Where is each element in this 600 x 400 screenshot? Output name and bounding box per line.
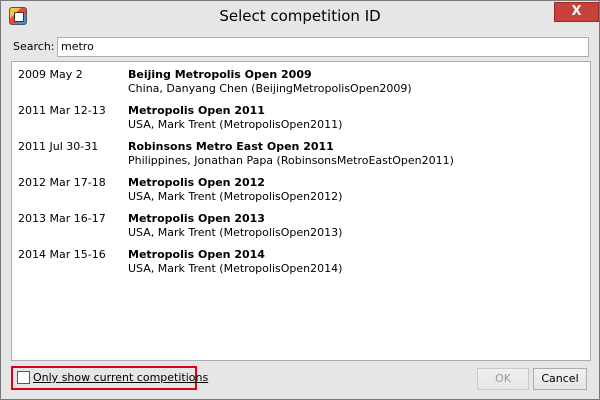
competition-date: 2012 Mar 17-18 xyxy=(18,176,106,189)
search-label: Search: xyxy=(13,40,55,53)
competition-detail: China, Danyang Chen (BeijingMetropolisOp… xyxy=(128,82,412,95)
dialog-window: Select competition ID X Search: metro 20… xyxy=(0,0,600,400)
ok-button[interactable]: OK xyxy=(477,368,529,390)
checkbox-label[interactable]: Only show current competitions xyxy=(33,371,208,384)
competition-detail: USA, Mark Trent (MetropolisOpen2012) xyxy=(128,190,343,203)
close-icon: X xyxy=(571,4,582,19)
competition-detail: Philippines, Jonathan Papa (RobinsonsMet… xyxy=(128,154,454,167)
competition-name: Metropolis Open 2011 xyxy=(128,104,265,117)
list-item[interactable]: 2011 Jul 30-31 Robinsons Metro East Open… xyxy=(12,134,590,170)
dialog-footer: Only show current competitions OK Cancel xyxy=(9,365,593,391)
competition-name: Metropolis Open 2014 xyxy=(128,248,265,261)
dialog-title: Select competition ID xyxy=(219,7,381,25)
competition-detail: USA, Mark Trent (MetropolisOpen2011) xyxy=(128,118,343,131)
search-row: Search: metro xyxy=(9,37,591,57)
competition-date: 2011 Mar 12-13 xyxy=(18,104,106,117)
list-item[interactable]: 2012 Mar 17-18 Metropolis Open 2012 USA,… xyxy=(12,170,590,206)
competition-detail: USA, Mark Trent (MetropolisOpen2014) xyxy=(128,262,343,275)
competition-name: Metropolis Open 2013 xyxy=(128,212,265,225)
competition-date: 2013 Mar 16-17 xyxy=(18,212,106,225)
search-input[interactable]: metro xyxy=(57,37,589,57)
list-item[interactable]: 2014 Mar 15-16 Metropolis Open 2014 USA,… xyxy=(12,242,590,278)
close-button[interactable]: X xyxy=(554,2,599,22)
competition-date: 2009 May 2 xyxy=(18,68,83,81)
competition-date: 2011 Jul 30-31 xyxy=(18,140,99,153)
title-bar[interactable]: Select competition ID X xyxy=(1,1,599,31)
competition-date: 2014 Mar 15-16 xyxy=(18,248,106,261)
list-item[interactable]: 2011 Mar 12-13 Metropolis Open 2011 USA,… xyxy=(12,98,590,134)
competition-name: Beijing Metropolis Open 2009 xyxy=(128,68,312,81)
cancel-button[interactable]: Cancel xyxy=(533,368,587,390)
current-competitions-checkbox[interactable] xyxy=(17,371,30,384)
list-item[interactable]: 2013 Mar 16-17 Metropolis Open 2013 USA,… xyxy=(12,206,590,242)
list-item[interactable]: 2009 May 2 Beijing Metropolis Open 2009 … xyxy=(12,62,590,98)
competition-detail: USA, Mark Trent (MetropolisOpen2013) xyxy=(128,226,343,239)
competition-name: Robinsons Metro East Open 2011 xyxy=(128,140,334,153)
competition-list[interactable]: 2009 May 2 Beijing Metropolis Open 2009 … xyxy=(11,61,591,361)
competition-name: Metropolis Open 2012 xyxy=(128,176,265,189)
